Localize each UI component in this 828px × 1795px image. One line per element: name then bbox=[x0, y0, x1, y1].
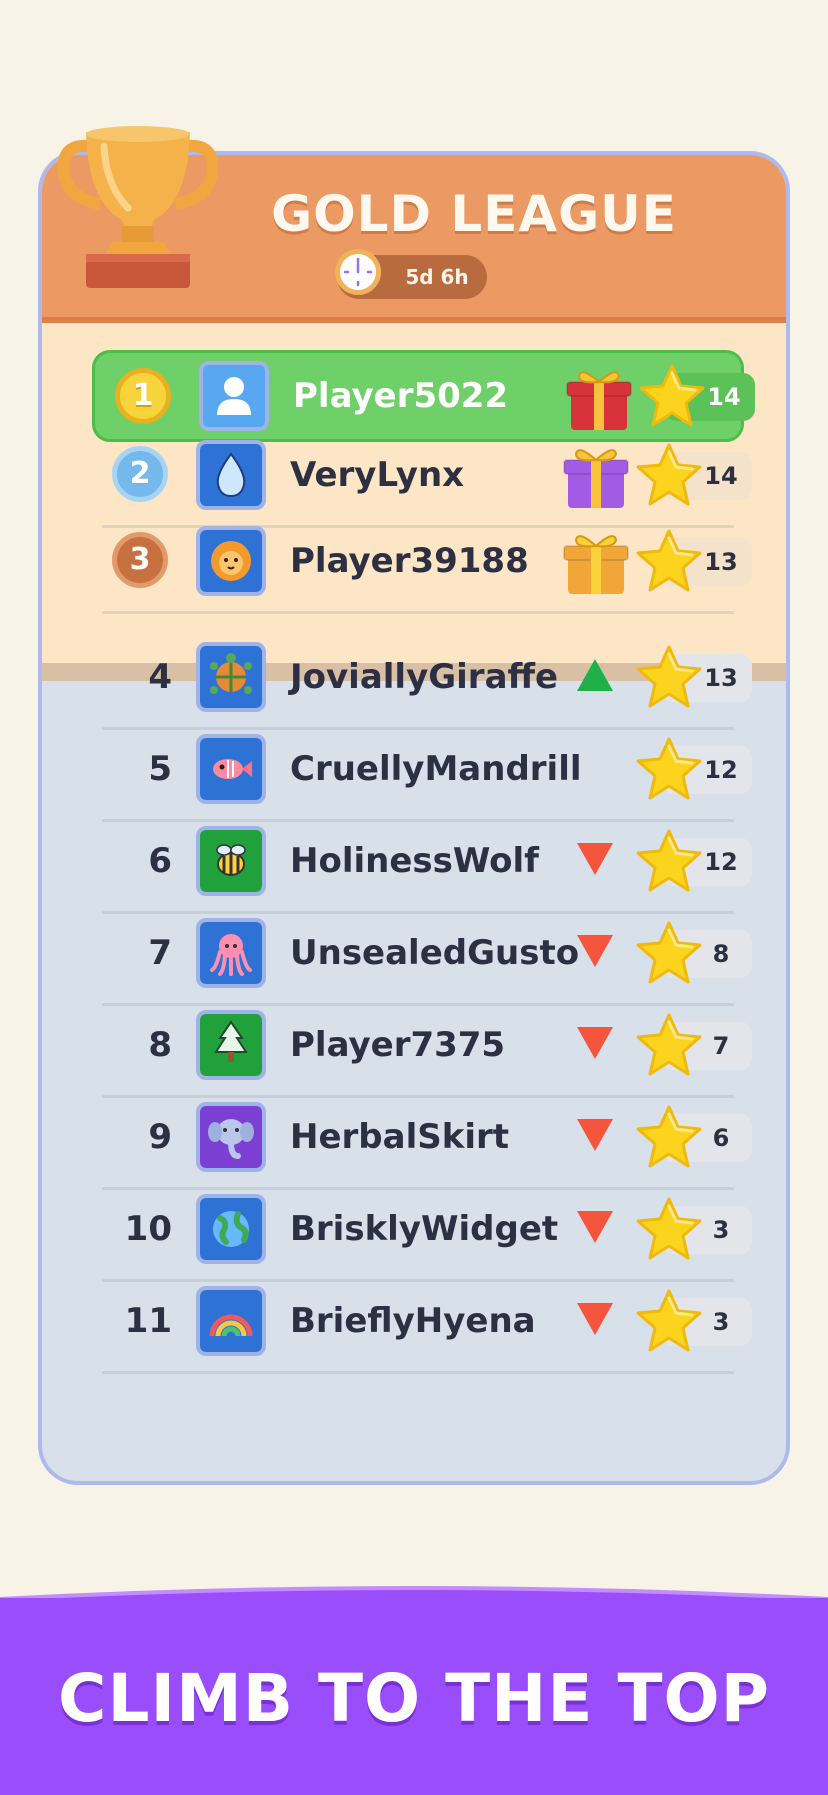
globe-icon bbox=[196, 1194, 266, 1264]
timer-text: 5d 6h bbox=[405, 265, 469, 289]
rank-number: 11 bbox=[124, 1301, 172, 1341]
leaderboard-panel: GOLD LEAGUE 5d 6h 1 Player5022 14 2 VeryLynx… bbox=[38, 151, 790, 1485]
bee-icon bbox=[196, 826, 266, 896]
star-icon bbox=[634, 1102, 704, 1176]
rank-down-arrow-icon bbox=[574, 1114, 616, 1160]
rank-number: 5 bbox=[148, 749, 172, 789]
star-icon bbox=[634, 826, 704, 900]
trophy-icon bbox=[58, 126, 218, 288]
water-drop-icon bbox=[196, 440, 266, 510]
lion-icon bbox=[196, 526, 266, 596]
fish-icon bbox=[196, 734, 266, 804]
turtle-icon bbox=[196, 642, 266, 712]
player-name: HerbalSkirt bbox=[290, 1117, 509, 1157]
rank-number: 4 bbox=[148, 657, 172, 697]
rank-down-arrow-icon bbox=[574, 1022, 616, 1068]
player-row[interactable]: 10 BrisklyWidget 3 bbox=[92, 1176, 752, 1282]
row-divider bbox=[102, 1371, 734, 1374]
rank-medal-icon: 1 bbox=[115, 368, 171, 424]
row-divider bbox=[102, 611, 734, 614]
clock-icon bbox=[335, 249, 381, 295]
player-name: HolinessWolf bbox=[290, 841, 539, 881]
player-name: JoviallyGiraffe bbox=[290, 657, 559, 697]
star-icon bbox=[634, 734, 704, 808]
rank-up-arrow-icon bbox=[574, 654, 616, 700]
player-name: Player7375 bbox=[290, 1025, 506, 1065]
star-icon bbox=[634, 642, 704, 716]
gold-gift-icon bbox=[560, 528, 632, 602]
rank-down-arrow-icon bbox=[574, 1206, 616, 1252]
player-row[interactable]: 3 Player39188 13 bbox=[92, 508, 752, 614]
rank-number: 10 bbox=[124, 1209, 172, 1249]
player-row[interactable]: 4 JoviallyGiraffe 13 bbox=[92, 624, 752, 730]
player-name: UnsealedGusto bbox=[290, 933, 580, 973]
star-icon bbox=[634, 526, 704, 600]
rank-down-arrow-icon bbox=[574, 930, 616, 976]
purple-gift-icon bbox=[560, 442, 632, 516]
player-row[interactable]: 11 BrieflyHyena 3 bbox=[92, 1268, 752, 1374]
player-row[interactable]: 5 CruellyMandrill 12 bbox=[92, 716, 752, 822]
rainbow-icon bbox=[196, 1286, 266, 1356]
star-icon bbox=[634, 1194, 704, 1268]
rank-down-arrow-icon bbox=[574, 1298, 616, 1344]
player-name: BrieflyHyena bbox=[290, 1301, 536, 1341]
star-icon bbox=[634, 440, 704, 514]
rank-down-arrow-icon bbox=[574, 838, 616, 884]
star-icon bbox=[634, 1286, 704, 1360]
rank-medal-icon: 3 bbox=[112, 532, 168, 588]
person-icon bbox=[199, 361, 269, 431]
banner-tagline: CLIMB TO THE TOP bbox=[58, 1660, 770, 1737]
player-name: Player39188 bbox=[290, 541, 529, 581]
player-row[interactable]: 8 Player7375 7 bbox=[92, 992, 752, 1098]
player-name: BrisklyWidget bbox=[290, 1209, 559, 1249]
rank-number: 6 bbox=[148, 841, 172, 881]
tree-icon bbox=[196, 1010, 266, 1080]
elephant-icon bbox=[196, 1102, 266, 1172]
rank-number: 8 bbox=[148, 1025, 172, 1065]
player-name: CruellyMandrill bbox=[290, 749, 582, 789]
player-row[interactable]: 9 HerbalSkirt 6 bbox=[92, 1084, 752, 1190]
star-icon bbox=[634, 918, 704, 992]
star-icon bbox=[634, 1010, 704, 1084]
octopus-icon bbox=[196, 918, 266, 988]
rank-number: 7 bbox=[148, 933, 172, 973]
player-row[interactable]: 6 HolinessWolf 12 bbox=[92, 808, 752, 914]
rank-number: 9 bbox=[148, 1117, 172, 1157]
player-row[interactable]: 7 UnsealedGusto 8 bbox=[92, 900, 752, 1006]
rank-medal-icon: 2 bbox=[112, 446, 168, 502]
